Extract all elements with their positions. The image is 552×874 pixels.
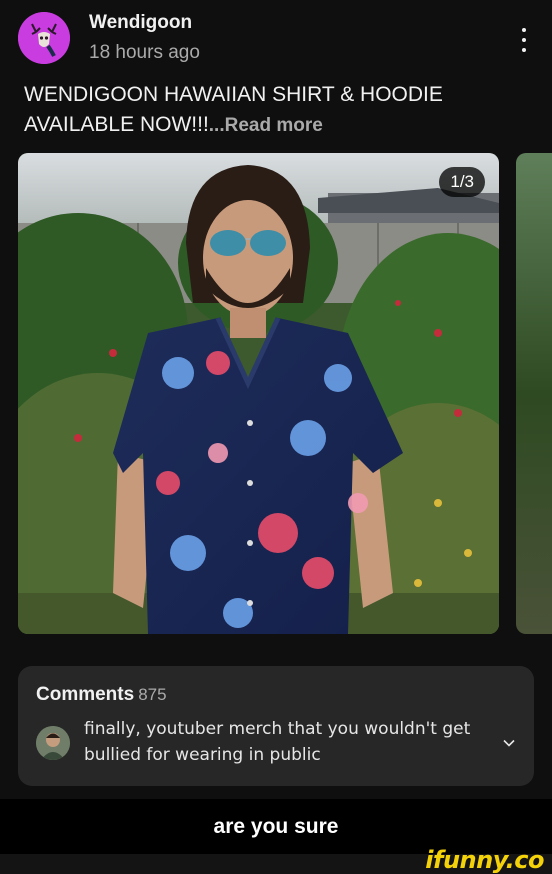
post-image[interactable]: 1/3 [18, 153, 499, 634]
channel-avatar[interactable] [18, 12, 70, 64]
image-counter-badge: 1/3 [439, 167, 485, 197]
kebab-vertical-icon[interactable] [518, 28, 530, 52]
photo-man-in-hawaiian-shirt [18, 153, 499, 634]
channel-name[interactable]: Wendigoon [89, 12, 192, 34]
top-comment: finally, youtuber merch that you wouldn'… [84, 719, 471, 765]
deer-skull-icon [18, 12, 70, 64]
post-text: WENDIGOON HAWAIIAN SHIRT & HOODIE AVAILA… [24, 80, 524, 141]
comments-count: 875 [138, 685, 167, 704]
read-more-link[interactable]: ...Read more [209, 115, 323, 136]
comments-section[interactable]: Comments 875 finally, youtuber merch that… [18, 666, 534, 786]
chevron-down-icon[interactable] [502, 736, 516, 750]
meme-caption: are you sure [213, 814, 339, 838]
post-header: Wendigoon 18 hours ago [18, 10, 538, 70]
image-carousel[interactable]: 1/3 [18, 153, 552, 634]
ifunny-watermark: ifunny.co [425, 846, 544, 874]
comments-header: Comments 875 [36, 684, 167, 706]
next-image-preview[interactable] [516, 153, 552, 634]
post-timestamp: 18 hours ago [89, 42, 200, 63]
user-avatar-icon [36, 726, 70, 760]
commenter-avatar [36, 726, 70, 760]
comments-title: Comments [36, 684, 135, 705]
